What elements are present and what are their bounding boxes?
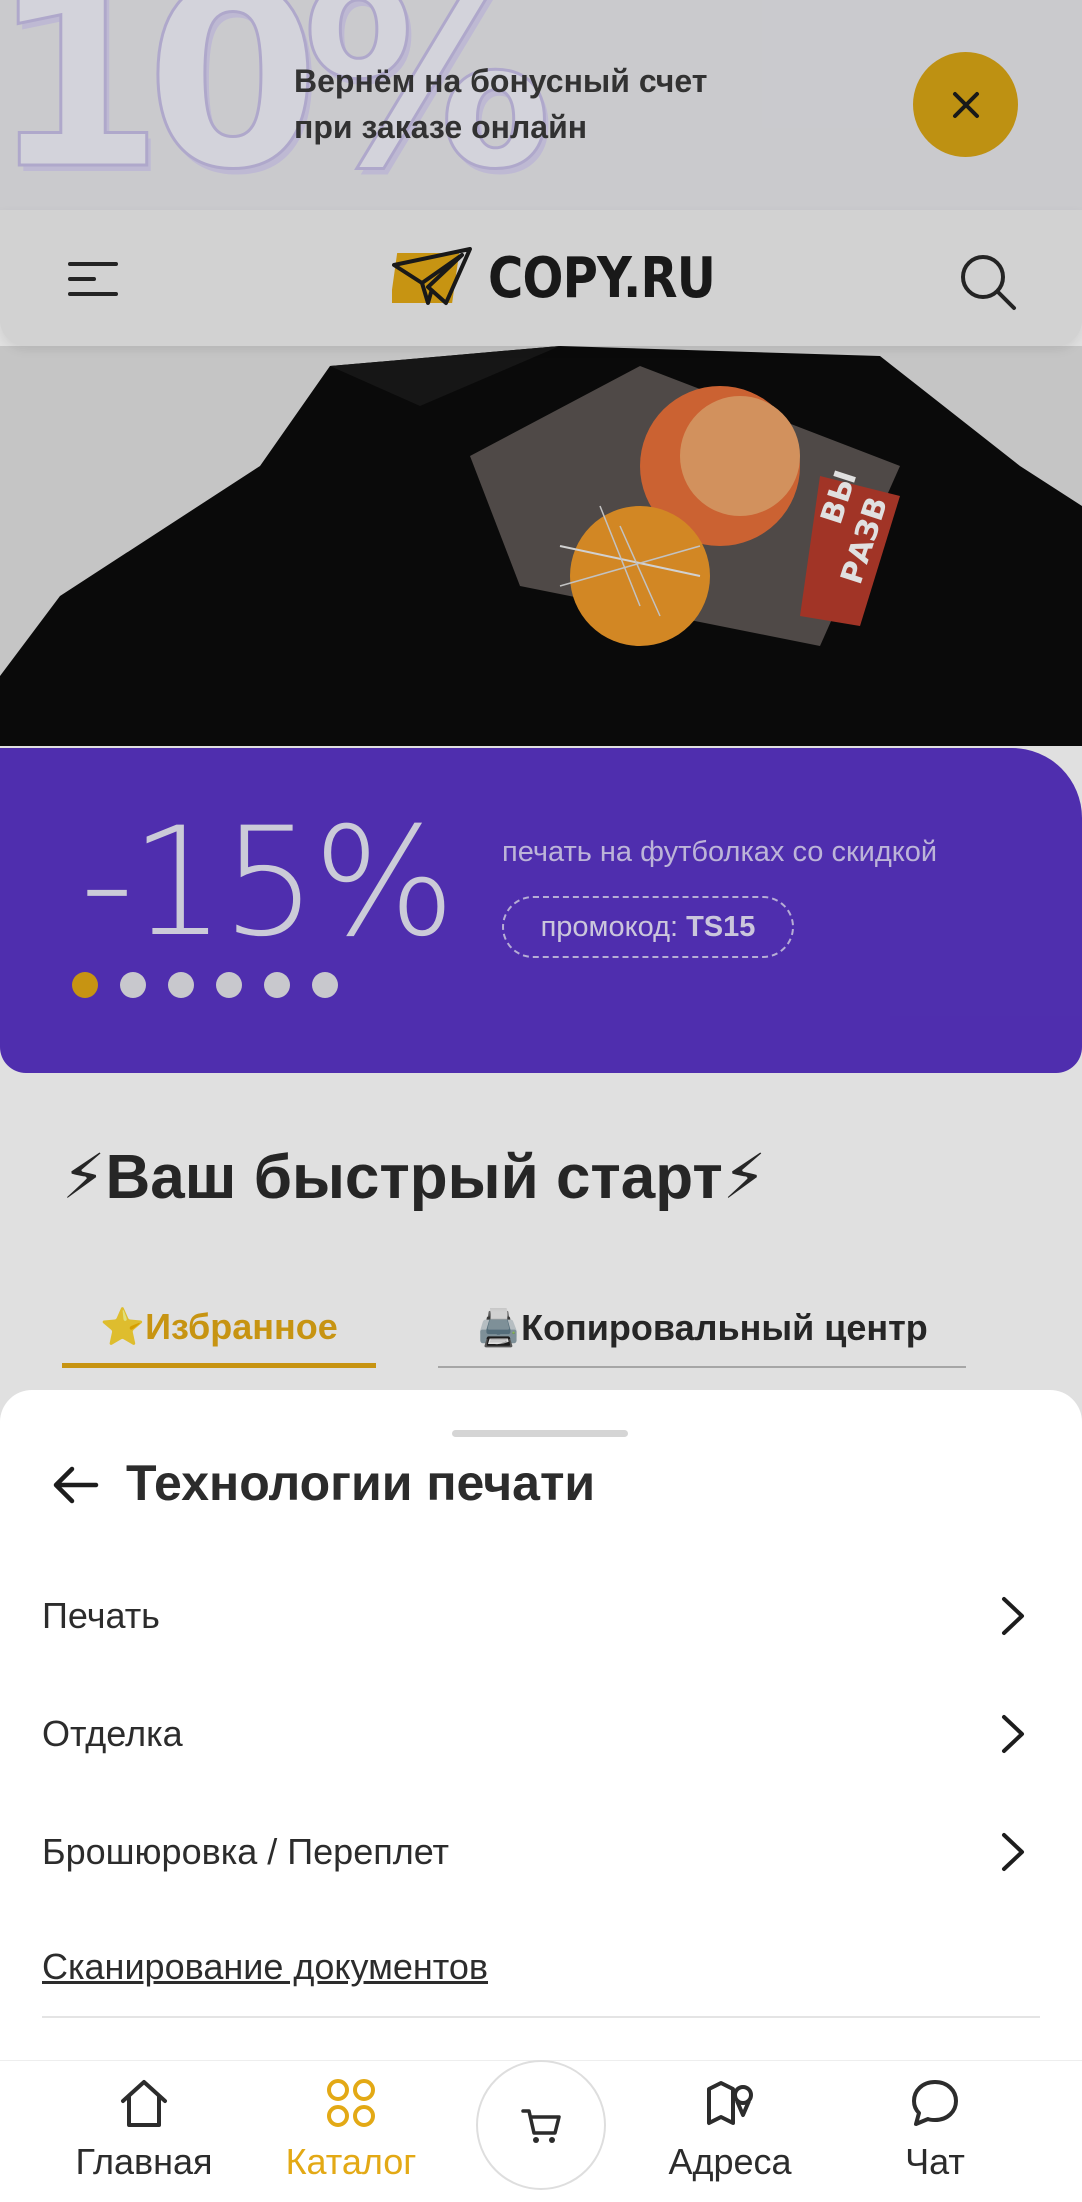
tab-favorites[interactable]: ⭐Избранное [62,1290,376,1368]
divider [42,2016,1040,2018]
close-icon [952,91,979,118]
menu-item-label: Брошюровка / Переплет [42,1831,450,1872]
banner-image[interactable]: ВЫ РАЗВ [0,346,1082,746]
home-icon [121,2080,167,2127]
promo-close-button[interactable] [913,52,1018,157]
promo-line-2: при заказе онлайн [294,109,588,145]
map-icon [707,2081,753,2125]
promo-banner[interactable]: -15% печать на футболках со скидкой пром… [0,748,1082,1073]
banner-discount: -15% [80,796,456,970]
promo-line-1: Вернём на бонусный счет [294,63,708,99]
nav-home[interactable]: Главная [44,2075,244,2195]
carousel-dot[interactable] [120,972,146,998]
chevron-right-icon [1002,1715,1024,1753]
sheet-drag-handle[interactable] [452,1430,628,1437]
logo[interactable]: COPY.RU [392,245,752,311]
menu-item-binding[interactable]: Брошюровка / Переплет [42,1812,1040,1892]
nav-label: Каталог [285,2141,417,2182]
search-icon [961,255,1016,310]
cart-button[interactable] [476,2060,606,2190]
back-button[interactable] [40,1450,110,1520]
tab-copy-center[interactable]: 🖨️Копировальный центр [438,1290,966,1368]
chat-icon [912,2080,958,2126]
carousel-dot[interactable] [72,972,98,998]
carousel-dot[interactable] [168,972,194,998]
quick-start-tabs: ⭐Избранное 🖨️Копировальный центр [62,1290,966,1368]
banner-caption: печать на футболках со скидкой [502,836,938,868]
menu-item-print[interactable]: Печать [42,1576,1040,1656]
search-button[interactable] [956,250,1020,314]
paper-plane-logo-icon [392,247,472,305]
menu-item-label: Печать [42,1595,160,1636]
scan-documents-link[interactable]: Сканирование документов [42,1946,488,1988]
nav-label: Адреса [668,2141,792,2182]
carousel-dot[interactable] [216,972,242,998]
page: 10% Вернём на бонусный счет при заказе о… [0,0,1082,2202]
menu-button[interactable] [62,252,124,306]
catalog-icon [327,2079,375,2127]
carousel-dot[interactable] [312,972,338,998]
nav-chat[interactable]: Чат [835,2075,1035,2195]
carousel-dots [72,972,338,998]
arrow-left-icon [53,1466,99,1504]
menu-item-finishing[interactable]: Отделка [42,1694,1040,1774]
promo-code-value: TS15 [686,910,756,943]
carousel-dot[interactable] [264,972,290,998]
nav-catalog[interactable]: Каталог [251,2075,451,2195]
nav-label: Чат [905,2141,965,2182]
promo-strip[interactable]: 10% Вернём на бонусный счет при заказе о… [0,0,1082,210]
sheet-title: Технологии печати [126,1455,596,1511]
header: COPY.RU [0,210,1082,346]
cart-icon [521,2109,561,2143]
promo-code-badge: промокод: TS15 [502,896,794,958]
menu-item-label: Отделка [42,1713,183,1754]
promo-text: Вернём на бонусный счет при заказе онлай… [294,58,854,150]
logo-text: COPY.RU [488,245,716,311]
tshirt-image: ВЫ РАЗВ [0,346,1082,746]
chevron-right-icon [1002,1833,1024,1871]
catalog-bottom-sheet: Технологии печати Печать Отделка Брошюро… [0,1390,1082,2060]
menu-icon [68,262,118,296]
nav-label: Главная [75,2141,213,2182]
promo-code-label: промокод: [540,910,679,943]
nav-addresses[interactable]: Адреса [630,2075,830,2195]
quick-start-title: ⚡Ваш быстрый старт⚡ [62,1143,767,1212]
chevron-right-icon [1002,1597,1024,1635]
